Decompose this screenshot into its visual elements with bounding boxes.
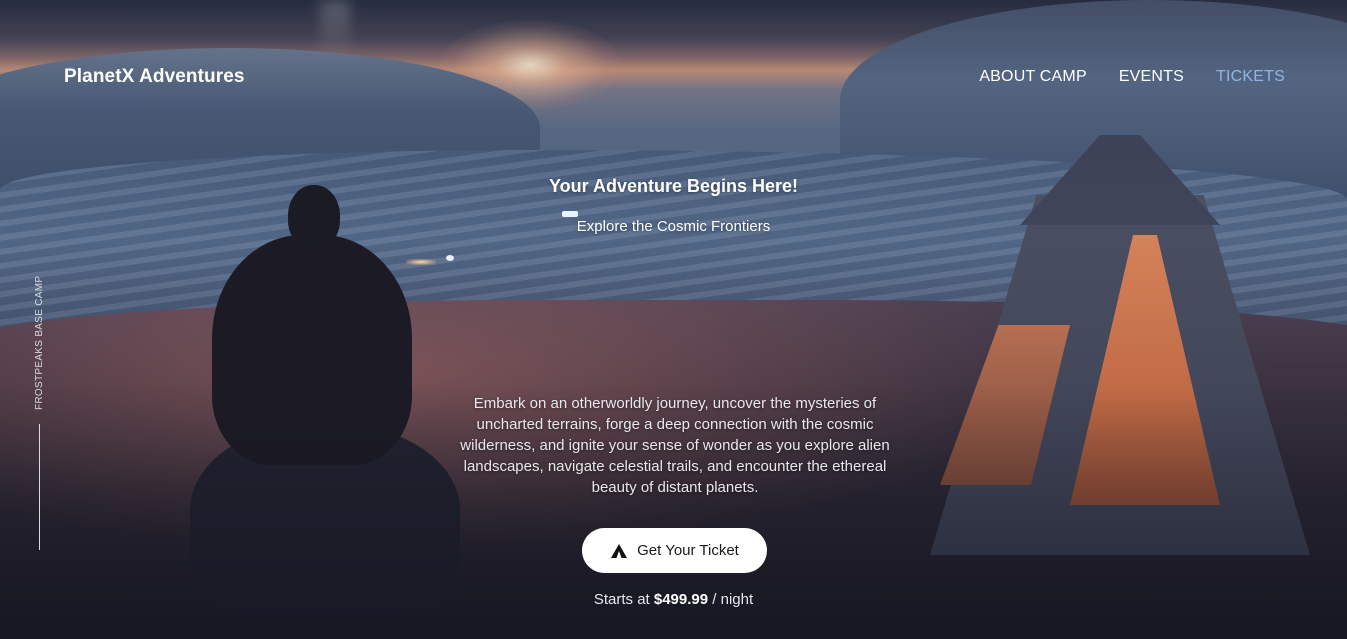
nav-item-tickets[interactable]: TICKETS <box>1216 68 1285 86</box>
side-divider-line <box>39 424 40 550</box>
brand-logo[interactable]: PlanetX Adventures <box>64 66 245 88</box>
nav-item-about-camp[interactable]: ABOUT CAMP <box>979 68 1087 86</box>
top-navigation-bar: PlanetX Adventures ABOUT CAMP EVENTS TIC… <box>0 0 1347 100</box>
main-nav: ABOUT CAMP EVENTS TICKETS <box>979 68 1285 86</box>
nav-item-events[interactable]: EVENTS <box>1119 68 1184 86</box>
side-location-label: FROSTPEAKS BASE CAMP <box>34 275 45 410</box>
tent-icon <box>610 543 628 559</box>
get-ticket-label: Get Your Ticket <box>637 542 739 559</box>
get-ticket-button[interactable]: Get Your Ticket <box>582 528 767 573</box>
